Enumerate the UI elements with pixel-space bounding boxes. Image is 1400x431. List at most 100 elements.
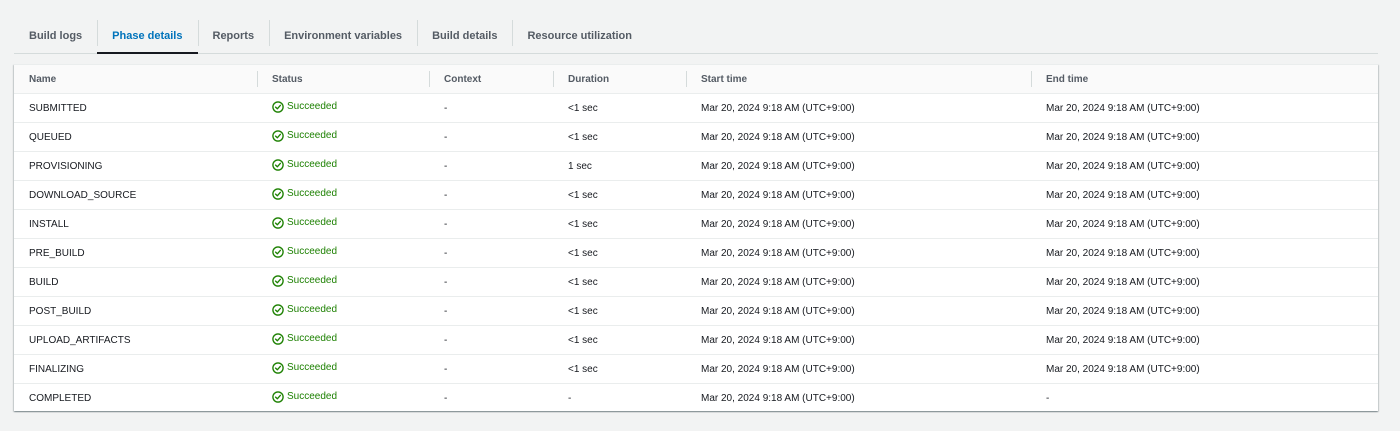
status-label: Succeeded	[287, 333, 338, 344]
phase-end-time: Mar 20, 2024 9:18 AM (UTC+9:00)	[1031, 296, 1378, 326]
tab-build-logs[interactable]: Build logs	[14, 18, 97, 53]
status-badge: Succeeded	[272, 187, 338, 200]
phase-end-time: Mar 20, 2024 9:18 AM (UTC+9:00)	[1031, 238, 1378, 268]
phase-name: PROVISIONING	[14, 151, 257, 181]
status-badge: Succeeded	[272, 361, 338, 374]
status-badge: Succeeded	[272, 390, 338, 403]
phase-context: -	[429, 209, 553, 239]
phase-duration: <1 sec	[553, 354, 686, 384]
status-label: Succeeded	[287, 275, 338, 286]
table-row: POST_BUILD Succeeded - <1 sec Mar 20, 2024 9…	[14, 296, 1378, 326]
phase-end-time: Mar 20, 2024 9:18 AM (UTC+9:00)	[1031, 122, 1378, 152]
phase-status-cell: Succeeded	[257, 267, 429, 297]
column-header-end-time: End time	[1031, 65, 1378, 94]
check-circle-icon	[272, 303, 284, 316]
phase-context: -	[429, 151, 553, 181]
phase-name: DOWNLOAD_SOURCE	[14, 180, 257, 210]
phase-status-cell: Succeeded	[257, 209, 429, 239]
check-circle-icon	[272, 100, 284, 113]
status-badge: Succeeded	[272, 158, 338, 171]
table-row: COMPLETED Succeeded - - Mar 20, 2024 9:18 AM…	[14, 384, 1378, 413]
check-circle-icon	[272, 158, 284, 171]
status-badge: Succeeded	[272, 129, 338, 142]
check-circle-icon	[272, 361, 284, 374]
phase-start-time: Mar 20, 2024 9:18 AM (UTC+9:00)	[686, 325, 1031, 355]
table-row: PRE_BUILD Succeeded - <1 sec Mar 20, 2024 9:…	[14, 238, 1378, 268]
phase-start-time: Mar 20, 2024 9:18 AM (UTC+9:00)	[686, 267, 1031, 297]
status-badge: Succeeded	[272, 303, 338, 316]
phase-details-table-container: Name Status Context Duration Start time …	[14, 64, 1378, 411]
phase-end-time: Mar 20, 2024 9:18 AM (UTC+9:00)	[1031, 180, 1378, 210]
status-badge: Succeeded	[272, 332, 338, 345]
phase-status-cell: Succeeded	[257, 384, 429, 413]
column-header-name: Name	[14, 65, 257, 94]
status-badge: Succeeded	[272, 245, 338, 258]
status-label: Succeeded	[287, 304, 338, 315]
status-badge: Succeeded	[272, 100, 337, 113]
status-label: Succeeded	[287, 130, 338, 141]
phase-context: -	[444, 392, 448, 404]
status-label: Succeeded	[287, 391, 338, 402]
table-row: INSTALL Succeeded - <1 sec Mar 20, 2024 9:18…	[14, 209, 1378, 239]
phase-start-time: Mar 20, 2024 9:18 AM (UTC+9:00)	[686, 238, 1031, 268]
phase-status-cell: Succeeded	[257, 180, 429, 210]
phase-end-time: Mar 20, 2024 9:18 AM (UTC+9:00)	[1031, 267, 1378, 297]
phase-name: FINALIZING	[14, 354, 257, 384]
status-label: Succeeded	[287, 159, 338, 170]
phase-duration: <1 sec	[553, 296, 686, 326]
tab-phase-details[interactable]: Phase details	[97, 18, 198, 54]
table-row: BUILD Succeeded - <1 sec Mar 20, 2024 9:18 A…	[14, 267, 1378, 297]
phase-end-time: Mar 20, 2024 9:18 AM (UTC+9:00)	[1031, 151, 1378, 181]
tab-environment-variables[interactable]: Environment variables	[269, 18, 417, 53]
phase-status-cell: Succeeded	[257, 151, 429, 181]
phase-duration: 1 sec	[553, 151, 686, 181]
column-header-status: Status	[257, 65, 429, 94]
status-label: Succeeded	[287, 188, 338, 199]
status-label: Succeeded	[287, 246, 338, 257]
phase-end-time: Mar 20, 2024 9:18 AM (UTC+9:00)	[1031, 354, 1378, 384]
phase-details-table: Name Status Context Duration Start time …	[14, 65, 1378, 412]
phase-start-time: Mar 20, 2024 9:18 AM (UTC+9:00)	[686, 93, 1031, 123]
status-label: Succeeded	[287, 362, 338, 373]
tab-resource-utilization[interactable]: Resource utilization	[512, 18, 647, 53]
phase-start-time: Mar 20, 2024 9:18 AM (UTC+9:00)	[686, 122, 1031, 152]
phase-name: QUEUED	[14, 122, 257, 152]
phase-status-cell: Succeeded	[257, 325, 429, 355]
phase-duration: <1 sec	[553, 238, 686, 268]
phase-end-time: Mar 20, 2024 9:18 AM (UTC+9:00)	[1031, 209, 1378, 239]
tab-reports[interactable]: Reports	[197, 18, 270, 53]
phase-context: -	[429, 325, 553, 355]
check-circle-icon	[272, 245, 284, 258]
tab-bar: Build logs Phase details Reports Environ…	[14, 18, 1378, 54]
phase-duration: <1 sec	[553, 267, 686, 297]
check-circle-icon	[272, 129, 284, 142]
phase-status-cell: Succeeded	[257, 296, 429, 326]
table-row: UPLOAD_ARTIFACTS Succeeded - <1 sec Mar 20, …	[14, 325, 1378, 355]
table-row: FINALIZING Succeeded - <1 sec Mar 20, 2024 9…	[14, 354, 1378, 384]
table-row: DOWNLOAD_SOURCE Succeeded - <1 sec Mar 20, 2…	[14, 180, 1378, 210]
phase-duration: <1 sec	[553, 180, 686, 210]
phase-status-cell: Succeeded	[257, 122, 429, 152]
phase-start-time: Mar 20, 2024 9:18 AM (UTC+9:00)	[686, 354, 1031, 384]
phase-name: PRE_BUILD	[14, 238, 257, 268]
phase-context: -	[429, 267, 553, 297]
table-header-row: Name Status Context Duration Start time …	[14, 65, 1378, 94]
column-header-context: Context	[429, 65, 553, 94]
tab-build-details[interactable]: Build details	[417, 18, 512, 53]
phase-context: -	[429, 122, 553, 152]
phase-start-time: Mar 20, 2024 9:18 AM (UTC+9:00)	[686, 151, 1031, 181]
check-circle-icon	[272, 187, 284, 200]
phase-start-time: Mar 20, 2024 9:18 AM (UTC+9:00)	[686, 296, 1031, 326]
phase-name: POST_BUILD	[14, 296, 257, 326]
status-label: Succeeded	[287, 217, 338, 228]
phase-start-time: Mar 20, 2024 9:18 AM (UTC+9:00)	[686, 180, 1031, 210]
phase-context: -	[429, 180, 553, 210]
table-row: QUEUED Succeeded - <1 sec Mar 20, 2024 9:18 …	[14, 122, 1378, 152]
phase-duration: <1 sec	[553, 93, 686, 123]
phase-name: BUILD	[14, 267, 257, 297]
check-circle-icon	[272, 274, 284, 287]
phase-name: UPLOAD_ARTIFACTS	[14, 325, 257, 355]
phase-status-cell: Succeeded	[257, 238, 429, 268]
column-header-start-time: Start time	[686, 65, 1031, 94]
phase-context: -	[429, 354, 553, 384]
